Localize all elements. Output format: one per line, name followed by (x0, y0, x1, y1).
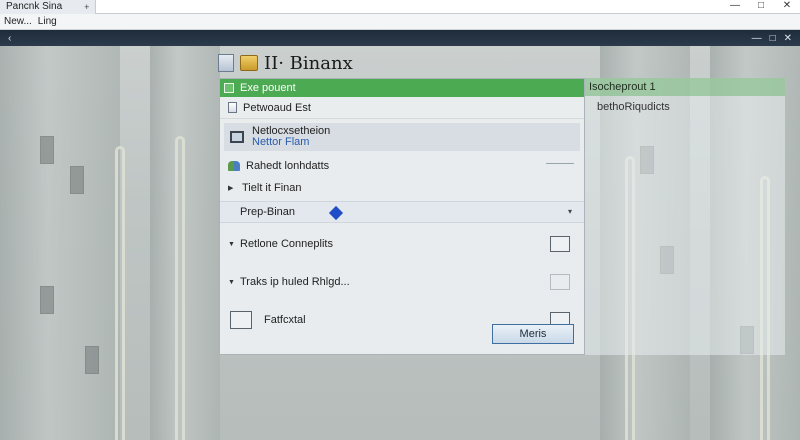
main-dialog: Exe pouent Petwoaud Est Netlocxsetheion … (219, 78, 585, 355)
page-title: II· Binanx (264, 52, 353, 74)
contacts-label: Rahedt lonhdatts (246, 160, 330, 172)
dialog-sub-label: Petwoaud Est (243, 101, 311, 114)
dialog-subheader: Petwoaud Est (220, 97, 584, 119)
maximize-button[interactable]: □ (748, 0, 774, 14)
option-1-checkbox[interactable] (550, 236, 570, 252)
nav-close-button[interactable]: ✕ (780, 33, 796, 44)
monitor-icon (230, 131, 244, 143)
network-panel[interactable]: Netlocxsetheion Nettor Flam (224, 123, 580, 151)
option-3-left-checkbox[interactable] (230, 311, 252, 329)
box-icon (224, 83, 234, 93)
option-2-arrow-icon: ▼ (228, 278, 235, 286)
file-icon (228, 102, 237, 113)
expand-row-label: Tielt it Finan (242, 182, 302, 194)
dialog-header: Exe pouent (220, 79, 584, 97)
tab-close-icon[interactable]: + (84, 2, 89, 12)
chevron-down-icon[interactable]: ▾ (568, 207, 572, 216)
minimize-button[interactable]: — (722, 0, 748, 14)
menu-bar: New... Ling (0, 14, 800, 30)
option-2-label: Traks ip huled Rhlgd... (240, 276, 350, 288)
option-1-arrow-icon: ▼ (228, 240, 235, 248)
people-icon (228, 161, 240, 171)
tab-title: Pancnk Sina (6, 1, 63, 12)
network-panel-subtitle: Nettor Flam (252, 136, 310, 148)
back-icon[interactable]: ‹ (4, 33, 15, 44)
menu-item-ling[interactable]: Ling (38, 16, 57, 27)
option-1-label: Retlone Conneplits (240, 238, 333, 250)
nav-bar: ‹ — □ ✕ (0, 30, 800, 46)
page-heading: II· Binanx (218, 50, 353, 76)
meris-button[interactable]: Meris (492, 324, 574, 344)
folder-icon (240, 55, 258, 71)
option-3-label: Fatfcxtal (264, 314, 306, 326)
dialog-header-label: Exe pouent (240, 82, 296, 94)
diamond-marker-icon (328, 205, 344, 221)
expand-row[interactable]: ▶ Tielt it Finan (220, 177, 584, 199)
right-panel-header: Isocheprout 1 (585, 78, 785, 96)
option-2-checkbox[interactable] (550, 274, 570, 290)
option-row-1[interactable]: ▼ Retlone Conneplits (220, 225, 584, 263)
menu-item-new[interactable]: New... (4, 16, 32, 27)
window-tab[interactable]: Pancnk Sina + (0, 0, 97, 14)
document-icon (218, 54, 234, 72)
title-bar: Pancnk Sina + — □ ✕ (0, 0, 800, 14)
nav-maximize-button[interactable]: □ (766, 33, 780, 44)
expand-arrow-icon[interactable]: ▶ (228, 184, 236, 192)
right-panel: Isocheprout 1 bethoRiqudicts (585, 78, 785, 355)
right-panel-link[interactable]: bethoRiqudicts (585, 96, 785, 118)
contacts-row[interactable]: Rahedt lonhdatts (220, 155, 584, 177)
select-value: Prep-Binan (240, 206, 296, 218)
option-row-2[interactable]: ▼ Traks ip huled Rhlgd... (220, 263, 584, 301)
row-slider[interactable] (546, 163, 574, 167)
close-button[interactable]: ✕ (774, 0, 800, 14)
binan-select[interactable]: Prep-Binan ▾ (220, 201, 584, 223)
nav-minimize-button[interactable]: — (748, 33, 766, 44)
